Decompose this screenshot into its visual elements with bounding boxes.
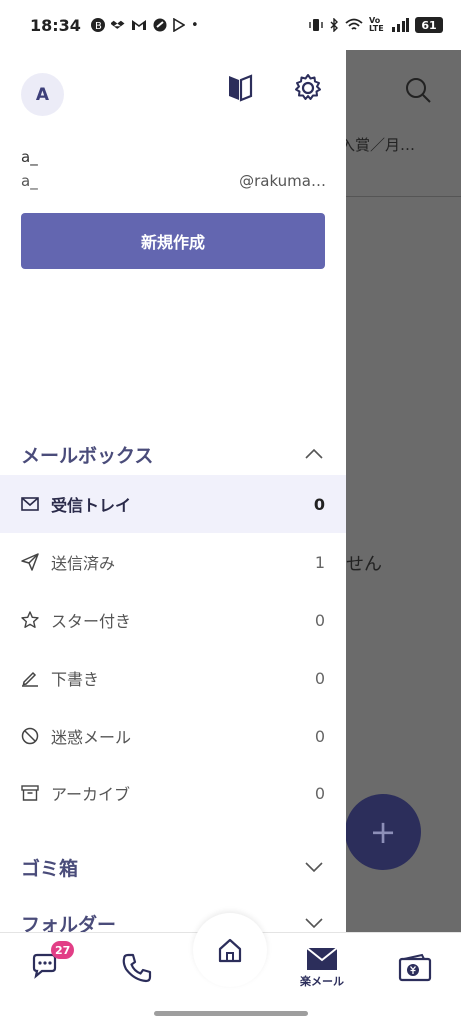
status-bar: 18:34 B • Vo LTE 61 xyxy=(0,0,461,50)
svg-text:B: B xyxy=(95,21,102,32)
settings-button[interactable] xyxy=(292,72,324,104)
avatar[interactable]: A xyxy=(21,73,64,116)
bluetooth-icon xyxy=(330,18,338,32)
nav-mail-label: 楽メール xyxy=(300,975,344,988)
chat-badge: 27 xyxy=(51,941,75,959)
mailbox-section-label: メールボックス xyxy=(21,444,154,467)
trash-section-header[interactable]: ゴミ箱 xyxy=(0,847,346,887)
gesture-bar xyxy=(154,1011,308,1016)
compose-fab[interactable]: + xyxy=(345,794,421,870)
mailbox-item-inbox[interactable]: 受信トレイ 0 xyxy=(0,475,346,533)
background-tab-text: 入賞／月… xyxy=(340,136,416,154)
mailbox-section-header[interactable]: メールボックス xyxy=(0,434,346,474)
folder-section-label: フォルダー xyxy=(21,913,117,933)
folder-section-header[interactable]: フォルダー xyxy=(0,903,346,932)
trash-section-label: ゴミ箱 xyxy=(21,857,79,880)
phone-icon xyxy=(122,953,152,983)
mailbox-count: 0 xyxy=(314,783,325,803)
mailbox-name: 送信済み xyxy=(51,554,116,573)
nav-mail[interactable]: 楽メール xyxy=(292,933,352,1003)
mailbox-item-spam[interactable]: 迷惑メール 0 xyxy=(0,707,346,765)
account-local: a_ xyxy=(21,172,38,190)
pencil-icon xyxy=(21,669,39,687)
dropbox-icon xyxy=(110,20,125,29)
search-icon xyxy=(404,76,432,111)
b-icon: B xyxy=(90,18,105,32)
notification-icons: B • xyxy=(90,17,199,33)
star-icon xyxy=(21,611,39,629)
inbox-icon xyxy=(21,495,39,513)
navigation-drawer: A a_ a_ @rakuma… 新規作成 メールボックス 受信トレイ 0 送信… xyxy=(0,50,346,932)
wallet-yen-icon xyxy=(398,953,432,982)
spam-icon xyxy=(21,727,39,745)
gear-icon xyxy=(295,74,321,100)
nav-home[interactable] xyxy=(193,913,267,987)
status-right: Vo LTE 61 xyxy=(309,17,443,33)
status-dot: • xyxy=(190,17,199,33)
home-icon xyxy=(218,938,242,963)
wifi-icon xyxy=(345,18,363,30)
bottom-navigation: 27 楽メール xyxy=(0,913,461,1024)
mailbox-count: 0 xyxy=(314,668,325,688)
maps-icon xyxy=(153,18,167,32)
mailbox-item-starred[interactable]: スター付き 0 xyxy=(0,591,346,649)
mailbox-item-sent[interactable]: 送信済み 1 xyxy=(0,533,346,591)
mailbox-name: 受信トレイ xyxy=(51,496,132,515)
nav-chat[interactable]: 27 xyxy=(17,933,77,1003)
status-time: 18:34 xyxy=(30,15,81,35)
chevron-down-icon xyxy=(305,862,323,873)
mailbox-name: アーカイブ xyxy=(51,785,131,804)
archive-icon xyxy=(21,784,39,802)
chevron-down-icon xyxy=(305,918,323,929)
mailbox-name: 迷惑メール xyxy=(51,728,132,747)
mailbox-name: 下書き xyxy=(51,670,100,689)
compose-new-button[interactable]: 新規作成 xyxy=(21,213,325,269)
account-domain: @rakuma… xyxy=(239,172,326,190)
mail-icon xyxy=(306,947,338,970)
mailbox-count: 1 xyxy=(314,552,325,572)
battery-icon: 61 xyxy=(415,17,443,33)
background-empty-text: せん xyxy=(346,554,382,575)
mailbox-count: 0 xyxy=(314,610,325,630)
play-icon xyxy=(173,18,185,32)
chevron-up-icon xyxy=(305,448,323,459)
signal-icon xyxy=(392,18,409,32)
volte-label: Vo LTE xyxy=(369,16,384,33)
background-divider xyxy=(346,196,461,197)
mailbox-count: 0 xyxy=(314,726,325,746)
book-icon xyxy=(229,74,253,102)
mailbox-name: スター付き xyxy=(51,612,132,631)
mailbox-item-archive[interactable]: アーカイブ 0 xyxy=(0,764,346,822)
account-name: a_ xyxy=(21,148,38,166)
nav-phone[interactable] xyxy=(107,933,167,1003)
mailbox-count: 0 xyxy=(313,494,325,514)
gmail-icon xyxy=(131,20,146,30)
vibrate-icon xyxy=(309,19,323,31)
account-address: a_ @rakuma… xyxy=(21,172,326,190)
send-icon xyxy=(21,553,39,571)
nav-wallet[interactable] xyxy=(385,933,445,1003)
mailbox-item-drafts[interactable]: 下書き 0 xyxy=(0,649,346,707)
guide-book-button[interactable] xyxy=(226,72,254,104)
